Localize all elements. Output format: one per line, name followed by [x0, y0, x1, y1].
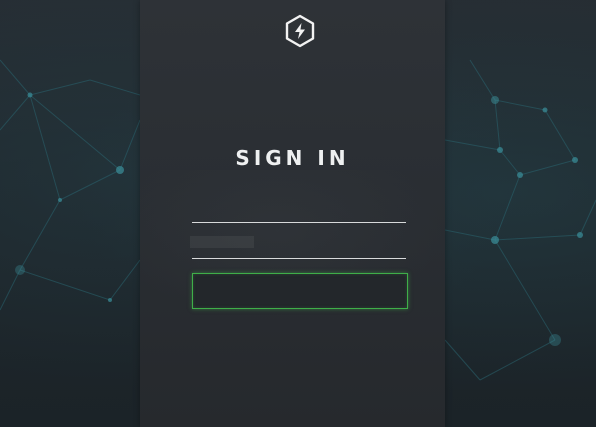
page-title: SIGN IN — [235, 146, 350, 170]
sign-in-panel: SIGN IN — [140, 0, 445, 427]
username-input[interactable] — [192, 192, 406, 223]
password-input[interactable] — [192, 228, 406, 259]
lightning-bolt-hexagon-icon — [284, 14, 316, 48]
sign-in-button[interactable] — [192, 273, 408, 309]
